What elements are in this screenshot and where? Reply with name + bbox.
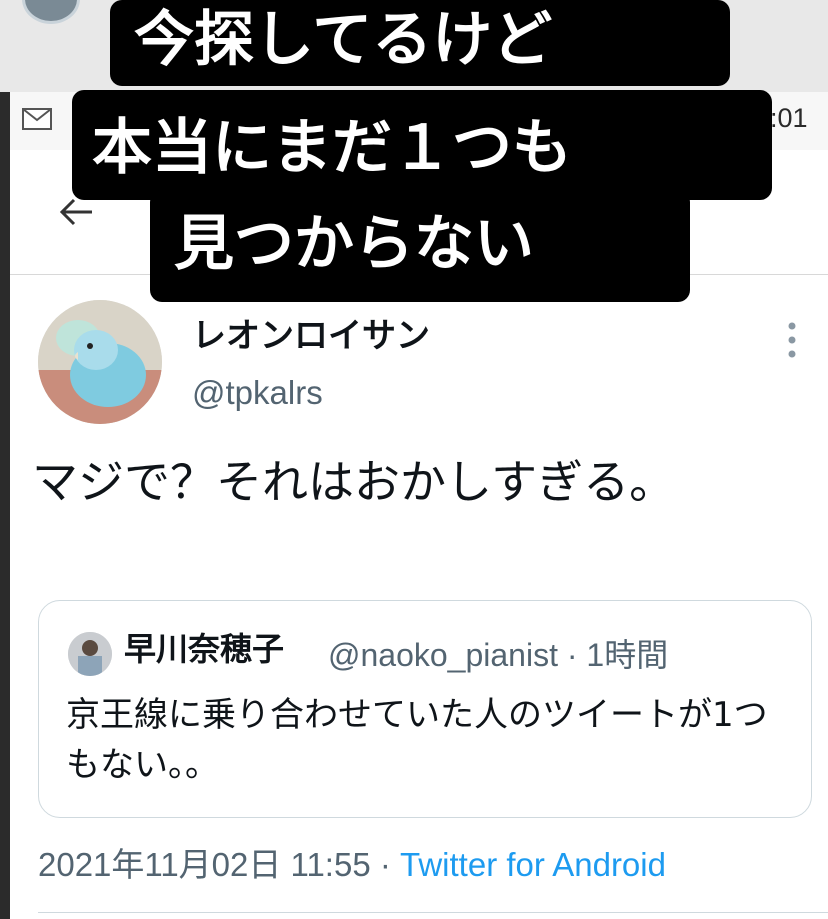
avatar-small	[68, 632, 112, 676]
quoted-display-name: 早川奈穂子	[124, 630, 285, 668]
quoted-tweet-text: 京王線に乗り合わせていた人のツイートが1つもない。。	[66, 695, 768, 785]
caption-box-line2: 本当にまだ１つも	[72, 90, 772, 200]
tweet-timestamp: 2021年11月02日 11:55 ·	[38, 846, 401, 883]
caption-box-line3: 見つからない	[150, 190, 690, 302]
caption-line2: 本当にまだ１つも	[92, 113, 572, 183]
more-vertical-icon[interactable]	[784, 320, 800, 360]
divider	[38, 912, 828, 913]
app-icon	[22, 0, 80, 24]
display-name[interactable]: レオンロイサン	[192, 308, 430, 357]
tweet-metadata: 2021年11月02日 11:55 · Twitter for Android	[38, 838, 666, 886]
tweet-source-link[interactable]: Twitter for Android	[400, 846, 666, 883]
status-time: :01	[770, 103, 808, 133]
mail-icon	[22, 108, 52, 130]
avatar-parakeet	[38, 300, 162, 424]
caption-line1: 今探してるけど	[134, 5, 553, 75]
tweet-text: マジで？それはおかしすぎる。	[32, 455, 676, 509]
screen-edge	[0, 92, 10, 919]
caption-box-line1: 今探してるけど	[110, 0, 730, 86]
quoted-handle-time: @naoko_pianist · 1時間	[328, 637, 669, 673]
avatar[interactable]	[38, 300, 162, 424]
caption-line3: 見つからない	[174, 209, 534, 279]
user-handle[interactable]: @tpkalrs	[192, 374, 323, 412]
